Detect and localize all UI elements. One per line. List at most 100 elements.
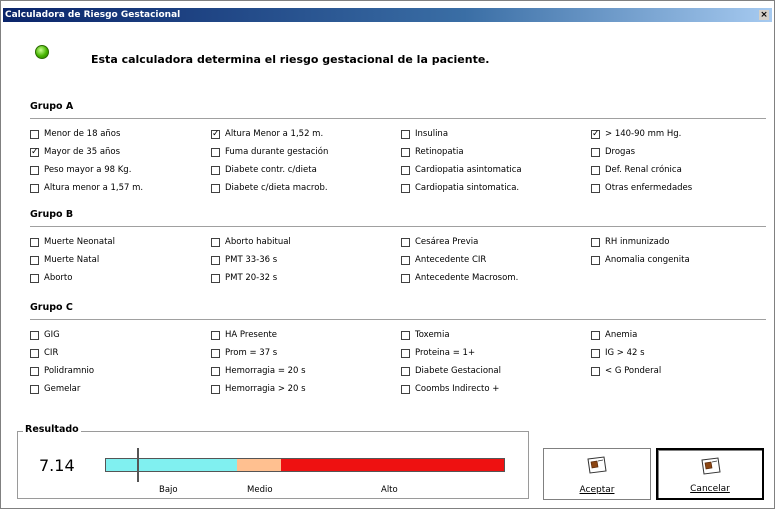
checklist-icon (701, 457, 721, 475)
checkbox-box[interactable] (401, 238, 410, 247)
scale-segment (106, 459, 238, 471)
checkbox-label: Menor de 18 años (44, 129, 121, 139)
checkbox-label: RH inmunizado (605, 237, 670, 247)
intro-text: Esta calculadora determina el riesgo ges… (91, 53, 490, 66)
checkbox-label: PMT 20-32 s (225, 273, 278, 283)
checkbox-box[interactable] (30, 146, 39, 158)
checkbox-label: Peso mayor a 98 Kg. (44, 165, 132, 175)
checkbox-box[interactable] (401, 331, 410, 340)
checkbox-box[interactable] (401, 184, 410, 193)
checkbox-box[interactable] (211, 274, 220, 283)
scale-label: Medio (247, 485, 273, 495)
checkbox-label: HA Presente (225, 330, 278, 340)
checkbox-box[interactable] (591, 166, 600, 175)
cancel-button[interactable]: Cancelar (656, 448, 764, 500)
close-button[interactable]: × (759, 10, 769, 20)
checkbox-box[interactable] (401, 256, 410, 265)
checkbox-label: Antecedente Macrosom. (415, 273, 519, 283)
checkbox-label: Prom = 37 s (225, 348, 278, 358)
result-value: 7.14 (39, 456, 75, 475)
checkbox-label: Retinopatia (415, 147, 464, 157)
checkbox-box[interactable] (211, 331, 220, 340)
checkbox-box[interactable] (211, 148, 220, 157)
checkbox-box[interactable] (591, 256, 600, 265)
checkbox-box[interactable] (211, 385, 220, 394)
checkbox-box[interactable] (30, 256, 39, 265)
checkbox-label: Antecedente CIR (415, 255, 487, 265)
checkbox-box[interactable] (30, 130, 39, 139)
risk-scale-bar (105, 458, 505, 472)
checkbox-box[interactable] (401, 166, 410, 175)
checkbox-box[interactable] (591, 331, 600, 340)
checkbox-label: Otras enfermedades (605, 183, 693, 193)
checkbox-box[interactable] (401, 385, 410, 394)
checkbox-box[interactable] (401, 274, 410, 283)
checkbox-box[interactable] (30, 349, 39, 358)
checkbox-label: Altura Menor a 1,52 m. (225, 129, 324, 139)
group-separator (30, 319, 766, 321)
result-title: Resultado (23, 424, 81, 435)
checkbox-box[interactable] (401, 148, 410, 157)
checkbox-label: GIG (44, 330, 60, 340)
checkbox-label: Mayor de 35 años (44, 147, 121, 157)
checkbox-box[interactable] (401, 130, 410, 139)
checkbox-box[interactable] (591, 128, 600, 140)
scale-label: Alto (381, 485, 398, 495)
title-bar[interactable]: Calculadora de Riesgo Gestacional × (3, 8, 772, 22)
checkbox-label: Proteina = 1+ (415, 348, 476, 358)
checkbox-box[interactable] (30, 166, 39, 175)
checkbox-box[interactable] (211, 166, 220, 175)
checkbox-box[interactable] (30, 385, 39, 394)
checkbox-label: PMT 33-36 s (225, 255, 278, 265)
checkbox-box[interactable] (591, 367, 600, 376)
checkbox-box[interactable] (30, 238, 39, 247)
checkbox-label: Drogas (605, 147, 636, 157)
checkbox-box[interactable] (211, 349, 220, 358)
checkbox-label: Aborto habitual (225, 237, 291, 247)
checkbox-label: Hemorragia = 20 s (225, 366, 306, 376)
checkbox-label: Altura menor a 1,57 m. (44, 183, 144, 193)
checkbox-label: Gemelar (44, 384, 81, 394)
checkbox-label: Cardiopatia asintomatica (415, 165, 522, 175)
accept-label: Aceptar (579, 485, 615, 495)
accept-button[interactable]: Aceptar (543, 448, 651, 500)
group-title: Grupo B (30, 209, 74, 220)
checkbox-box[interactable] (211, 184, 220, 193)
checkbox-box[interactable] (30, 184, 39, 193)
checkbox-box[interactable] (401, 349, 410, 358)
checkbox-label: Fuma durante gestación (225, 147, 329, 157)
checkbox-label: Insulina (415, 129, 449, 139)
checkbox-box[interactable] (401, 367, 410, 376)
checkbox-label: Coombs Indirecto + (415, 384, 500, 394)
checkbox-box[interactable] (591, 238, 600, 247)
checkbox-label: Diabete contr. c/dieta (225, 165, 317, 175)
checkbox-box[interactable] (211, 128, 220, 140)
checkbox-label: > 140-90 mm Hg. (605, 129, 682, 139)
info-icon (35, 45, 49, 59)
checkbox-label: Anemia (605, 330, 638, 340)
risk-indicator (137, 448, 139, 482)
checkbox-label: Aborto (44, 273, 73, 283)
checkbox-box[interactable] (30, 367, 39, 376)
checkbox-box[interactable] (591, 184, 600, 193)
checkbox-label: Muerte Neonatal (44, 237, 115, 247)
checkbox-label: Anomalia congenita (605, 255, 690, 265)
checkbox-box[interactable] (30, 331, 39, 340)
checkbox-label: Cesárea Previa (415, 237, 479, 247)
checkbox-box[interactable] (591, 349, 600, 358)
group-separator (30, 118, 766, 120)
checkbox-label: Diabete c/dieta macrob. (225, 183, 328, 193)
checkbox-label: Diabete Gestacional (415, 366, 501, 376)
scale-segment (237, 459, 282, 471)
checkbox-box[interactable] (211, 256, 220, 265)
checkbox-box[interactable] (211, 367, 220, 376)
checkbox-label: Cardiopatia sintomatica. (415, 183, 520, 193)
checkbox-label: CIR (44, 348, 59, 358)
group-title: Grupo C (30, 302, 73, 313)
checkbox-box[interactable] (30, 274, 39, 283)
checkbox-box[interactable] (591, 148, 600, 157)
checkbox-label: Hemorragia > 20 s (225, 384, 306, 394)
checkbox-label: Polidramnio (44, 366, 95, 376)
group-separator (30, 226, 766, 228)
checkbox-box[interactable] (211, 238, 220, 247)
